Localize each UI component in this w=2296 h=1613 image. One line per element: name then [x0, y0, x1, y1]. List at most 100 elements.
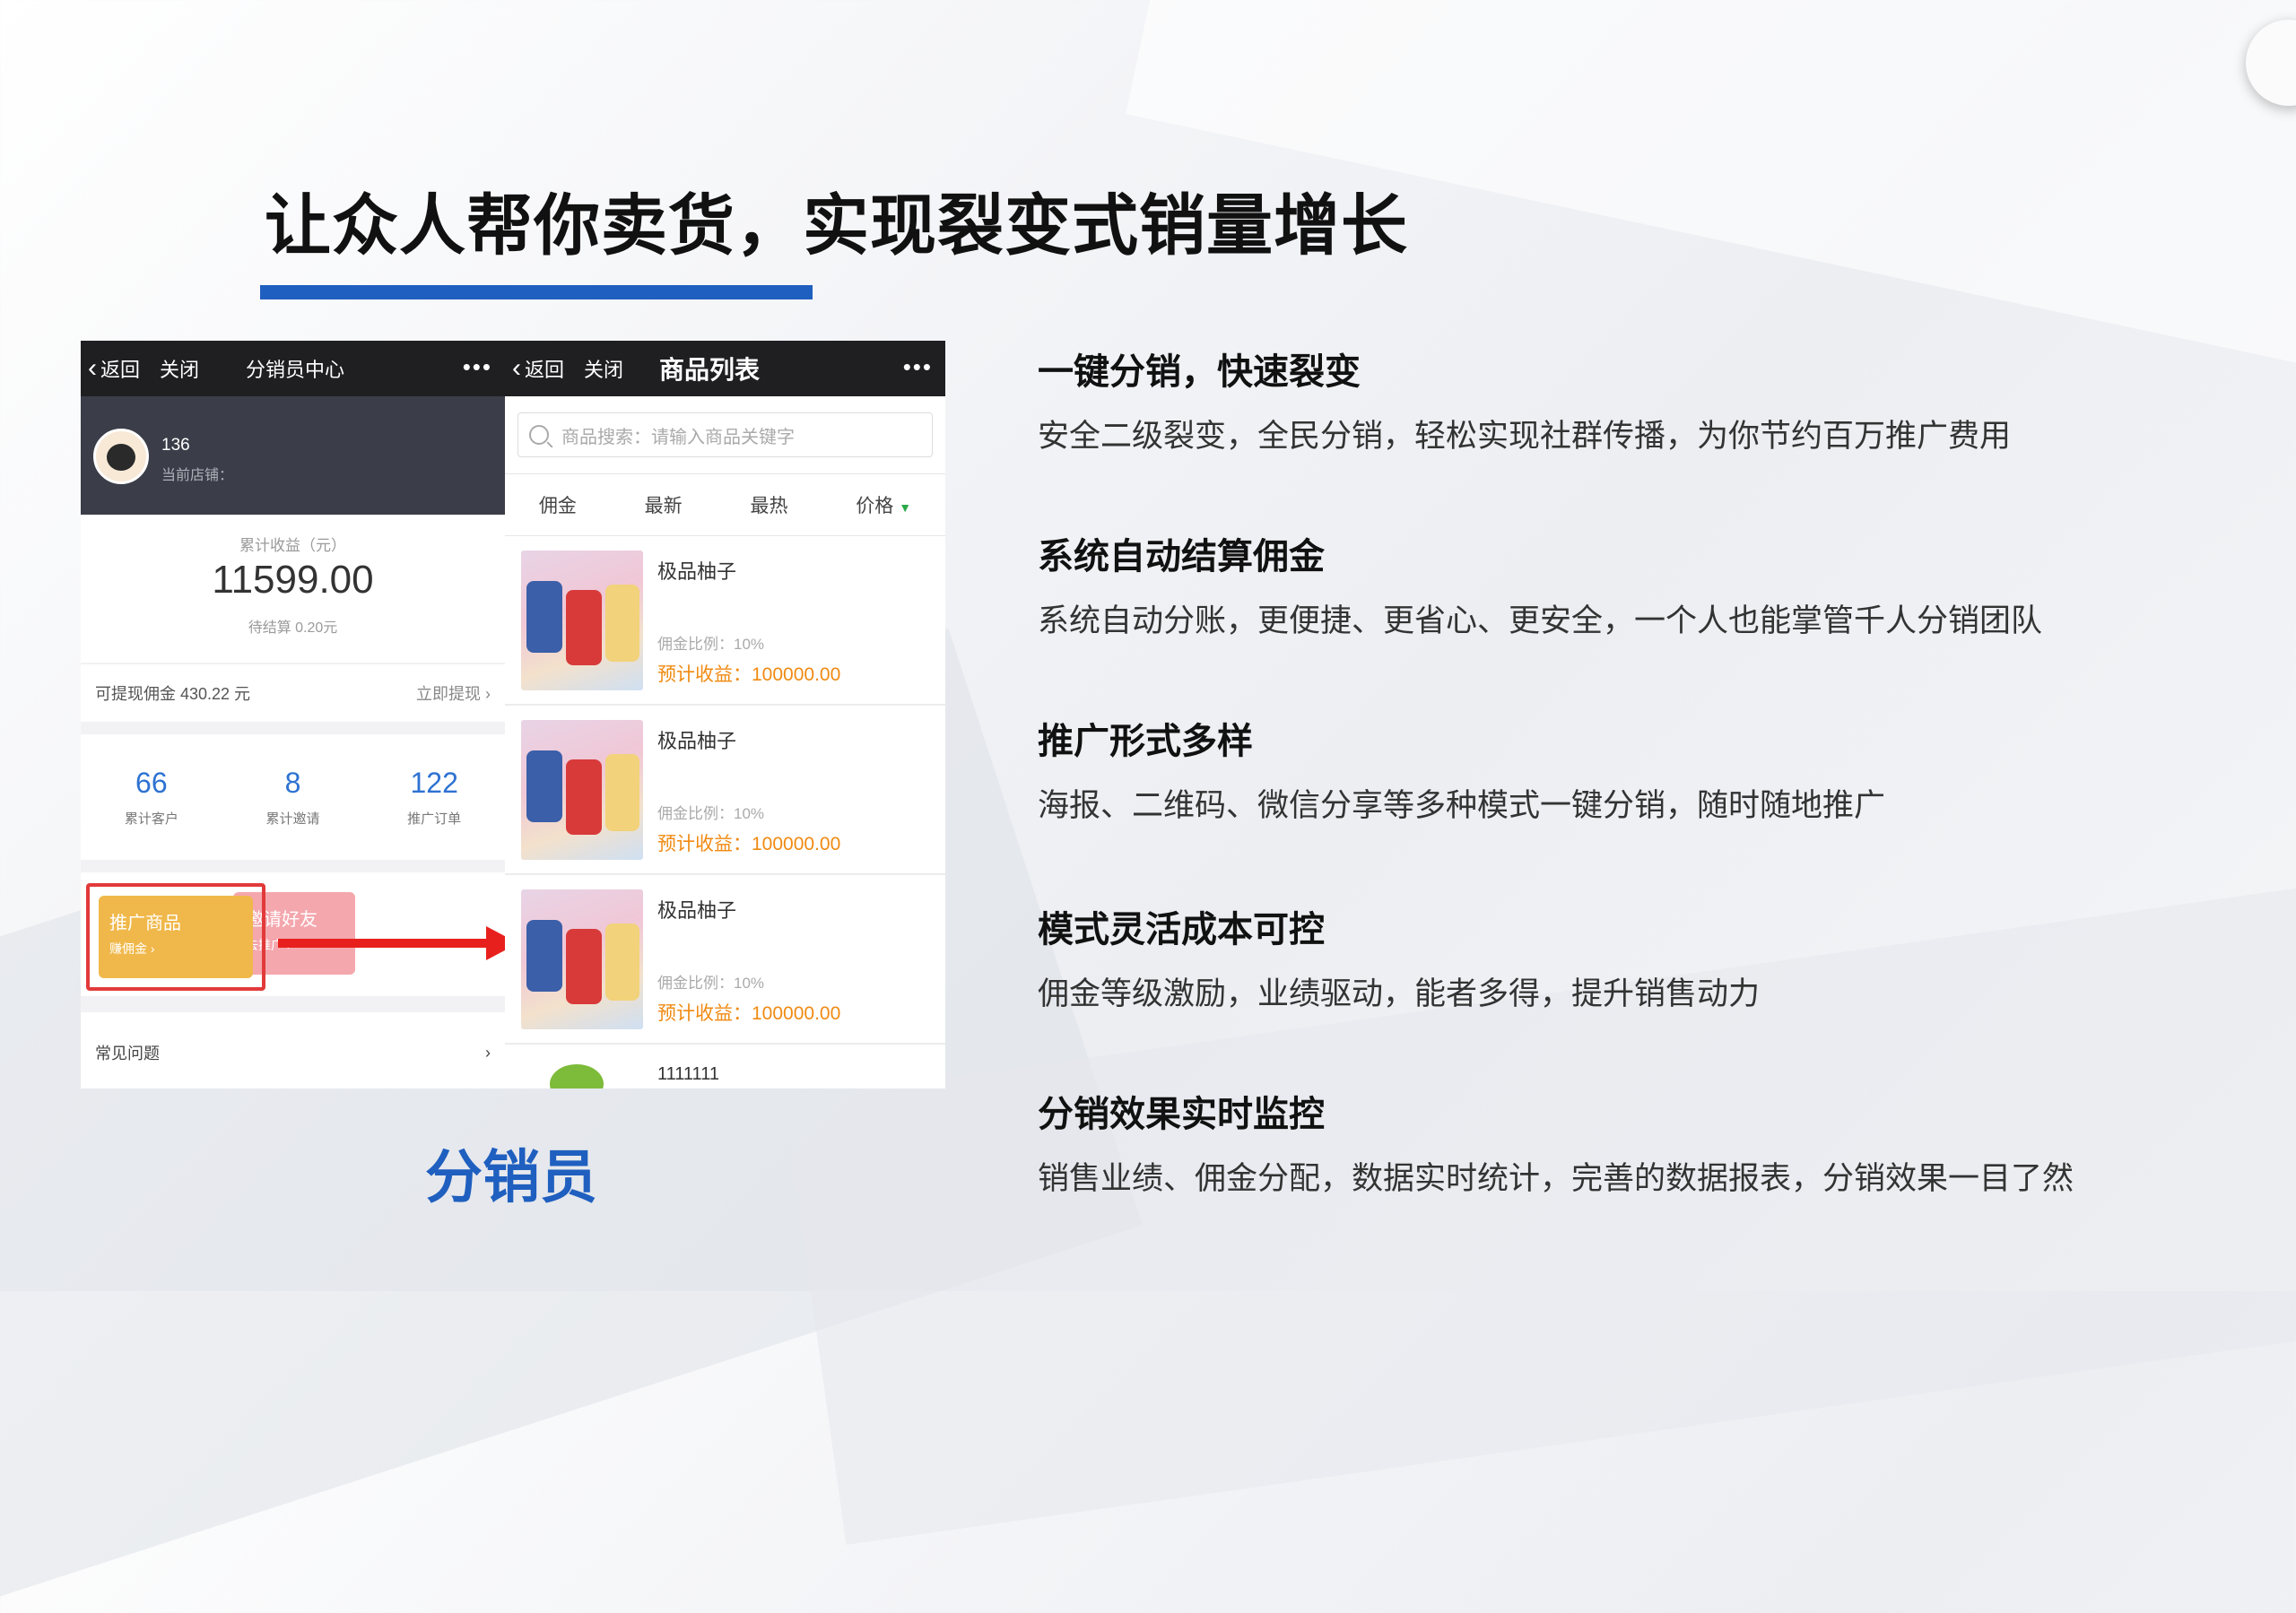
- commission-rate: 佣金比例：10%: [657, 975, 765, 992]
- search-placeholder: 商品搜索：请输入商品关键字: [561, 427, 795, 447]
- slide-title: 让众人帮你卖货，实现裂变式销量增长: [265, 187, 1408, 264]
- stat-invites[interactable]: 8 累计邀请: [222, 734, 364, 860]
- stat-value: 122: [410, 767, 458, 799]
- profit-value: 100000.00: [752, 834, 841, 854]
- feature-block: 分销效果实时监控 销售业绩、佣金分配，数据实时统计，完善的数据报表，分销效果一目…: [1038, 1085, 2074, 1199]
- feature-block: 一键分销，快速裂变 安全二级裂变，全民分销，轻松实现社群传播，为你节约百万推广费…: [1038, 343, 2011, 456]
- product-item[interactable]: 极品柚子 佣金比例：10% 预计收益：100000.00: [505, 536, 945, 706]
- feature-title: 模式灵活成本可控: [1038, 909, 1325, 950]
- stat-value: 66: [135, 767, 168, 799]
- profit-value: 100000.00: [752, 664, 841, 685]
- withdrawable-amount: 可提现佣金 430.22 元: [95, 685, 251, 703]
- product-name: 极品柚子: [657, 899, 737, 922]
- back-button[interactable]: ‹ 返回: [512, 354, 564, 383]
- product-name: 极品柚子: [657, 730, 737, 752]
- product-list-screenshot: ‹ 返回 关闭 商品列表 ••• 商品搜索：请输入商品关键字 佣金 最新 最热 …: [505, 341, 945, 1088]
- earnings-panel: 累计收益（元） 11599.00 待结算 0.20元: [81, 515, 505, 663]
- feature-description: 销售业绩、佣金分配，数据实时统计，完善的数据报表，分销效果一目了然: [1038, 1161, 2074, 1197]
- pending-label: 待结算 0.20元: [248, 620, 338, 636]
- shop-label: 当前店铺：: [161, 468, 234, 483]
- profit-value: 100000.00: [752, 1003, 841, 1024]
- search-input[interactable]: 商品搜索：请输入商品关键字: [517, 412, 933, 457]
- search-bar: 商品搜索：请输入商品关键字: [505, 396, 945, 474]
- stats-row: 66 累计客户 8 累计邀请 122 推广订单: [81, 734, 505, 860]
- feature-description: 海报、二维码、微信分享等多种模式一键分销，随时随地推广: [1038, 788, 1886, 824]
- user-name: 136: [161, 436, 190, 455]
- image-caption: 分销员: [425, 1145, 597, 1211]
- expected-profit: 预计收益：100000.00: [657, 829, 840, 856]
- product-item[interactable]: 极品柚子 佣金比例：10% 预计收益：100000.00: [505, 706, 945, 875]
- back-label: 返回: [100, 359, 141, 381]
- product-thumbnail: [521, 720, 643, 860]
- profit-label: 预计收益：: [657, 834, 752, 854]
- promote-sub: 赚佣金 ›: [109, 941, 155, 956]
- stat-label: 累计客户: [124, 811, 178, 827]
- promo-row: 邀请好友 去推广 › 推广商品 赚佣金 ›: [81, 872, 505, 996]
- more-icon[interactable]: •••: [903, 353, 933, 381]
- expected-profit: 预计收益：100000.00: [657, 660, 840, 687]
- close-button[interactable]: 关闭: [160, 354, 199, 383]
- back-label: 返回: [525, 359, 565, 381]
- commission-rate: 佣金比例：10%: [657, 805, 765, 822]
- more-icon[interactable]: •••: [463, 353, 492, 381]
- faq-label: 常见问题: [95, 1045, 160, 1062]
- product-name: 极品柚子: [657, 560, 737, 583]
- feature-description: 佣金等级激励，业绩驱动，能者多得，提升销售动力: [1038, 976, 1761, 1012]
- product-item[interactable]: 极品柚子 佣金比例：10% 预计收益：100000.00: [505, 875, 945, 1045]
- sort-commission[interactable]: 佣金: [539, 491, 577, 518]
- feature-description: 系统自动分账，更便捷、更省心、更安全，一个人也能掌管千人分销团队: [1038, 603, 2043, 639]
- sort-price[interactable]: 价格 ▼: [856, 491, 911, 518]
- earnings-value: 11599.00: [212, 558, 374, 602]
- product-thumbnail: [521, 551, 643, 690]
- search-icon: [529, 425, 549, 445]
- stat-orders[interactable]: 122 推广订单: [363, 734, 505, 860]
- product-item[interactable]: 1111111: [505, 1045, 945, 1088]
- feature-title: 系统自动结算佣金: [1038, 536, 1325, 577]
- stat-value: 8: [284, 767, 301, 799]
- sort-newest[interactable]: 最新: [645, 491, 683, 518]
- promote-products-button[interactable]: 推广商品 赚佣金 ›: [99, 896, 253, 978]
- feature-block: 推广形式多样 海报、二维码、微信分享等多种模式一键分销，随时随地推广: [1038, 712, 1885, 826]
- product-thumbnail: [550, 1064, 604, 1088]
- user-header: 136 当前店铺：: [81, 396, 505, 515]
- close-button[interactable]: 关闭: [584, 354, 623, 383]
- chevron-right-icon: ›: [485, 1043, 491, 1062]
- commission-rate: 佣金比例：10%: [657, 636, 765, 653]
- sort-price-label: 价格: [856, 496, 894, 516]
- feature-title: 分销效果实时监控: [1038, 1094, 1325, 1135]
- stat-customers[interactable]: 66 累计客户: [81, 734, 222, 860]
- back-button[interactable]: ‹ 返回: [88, 354, 140, 383]
- caret-down-icon: ▼: [899, 500, 912, 515]
- feature-title: 推广形式多样: [1038, 721, 1253, 762]
- title-underline: [260, 285, 813, 299]
- feature-title: 一键分销，快速裂变: [1038, 351, 1361, 393]
- highlight-box: 推广商品 赚佣金 ›: [86, 883, 265, 991]
- profit-label: 预计收益：: [657, 664, 752, 685]
- profit-label: 预计收益：: [657, 1003, 752, 1024]
- feature-description: 安全二级裂变，全民分销，轻松实现社群传播，为你节约百万推广费用: [1038, 419, 2012, 455]
- avatar: [93, 429, 149, 484]
- top-bar: ‹ 返回 关闭 分销员中心 •••: [81, 341, 505, 396]
- earnings-label: 累计收益（元）: [239, 537, 346, 554]
- sort-tabs: 佣金 最新 最热 价格 ▼: [505, 474, 945, 536]
- product-thumbnail: [521, 889, 643, 1029]
- screen-title: 商品列表: [659, 356, 761, 384]
- chevron-left-icon: ‹: [512, 353, 521, 383]
- promote-label: 推广商品: [109, 914, 181, 933]
- withdraw-button[interactable]: 立即提现 ›: [416, 681, 491, 705]
- screen-title: 分销员中心: [246, 359, 345, 381]
- faq-row[interactable]: 常见问题 ›: [81, 1012, 505, 1088]
- sort-hottest[interactable]: 最热: [750, 491, 787, 518]
- stat-label: 累计邀请: [265, 811, 320, 827]
- red-arrow-shaft: [278, 939, 493, 948]
- distributor-center-screenshot: ‹ 返回 关闭 分销员中心 ••• 136 当前店铺： 累计收益（元） 1159…: [81, 341, 505, 1088]
- chevron-left-icon: ‹: [88, 353, 97, 383]
- red-arrow-icon: [486, 926, 505, 960]
- withdraw-row: 可提现佣金 430.22 元 立即提现 ›: [81, 664, 505, 722]
- expected-profit: 预计收益：100000.00: [657, 999, 840, 1026]
- stat-label: 推广订单: [407, 811, 462, 827]
- top-bar: ‹ 返回 关闭 商品列表 •••: [505, 341, 945, 396]
- feature-block: 模式灵活成本可控 佣金等级激励，业绩驱动，能者多得，提升销售动力: [1038, 900, 1760, 1014]
- feature-block: 系统自动结算佣金 系统自动分账，更便捷、更省心、更安全，一个人也能掌管千人分销团…: [1038, 527, 2042, 641]
- product-name: 1111111: [657, 1064, 719, 1084]
